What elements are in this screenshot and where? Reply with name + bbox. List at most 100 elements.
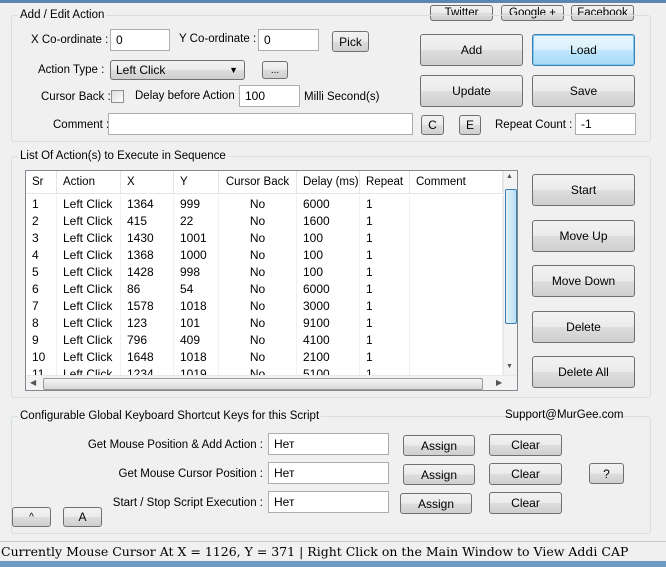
scroll-up-icon[interactable]: ▲ [506,173,513,180]
a-button[interactable]: A [63,507,102,527]
cell-cursor-back: No [219,332,297,349]
support-email[interactable]: Support@MurGee.com [505,409,623,421]
e-button[interactable]: E [459,115,481,135]
cell-y: 999 [174,196,219,213]
horizontal-scrollbar[interactable]: ◀ ▶ [26,375,517,390]
pick-button[interactable]: Pick [332,31,369,52]
horizontal-scroll-thumb[interactable] [43,378,483,390]
load-button[interactable]: Load [532,34,635,66]
cell-y: 54 [174,281,219,298]
actions-table[interactable]: Sr Action X Y Cursor Back Delay (ms) Repeat Com… [25,170,518,391]
x-coordinate-label: X Co-ordinate : [31,34,109,46]
comment-input[interactable] [108,113,413,135]
cell-delay: 3000 [297,298,360,315]
move-up-button[interactable]: Move Up [532,220,635,252]
table-row[interactable]: 8 Left Click 123 101 No 9100 1 [26,315,503,332]
cell-cursor-back: No [219,196,297,213]
table-row[interactable]: 7 Left Click 1578 1018 No 3000 1 [26,298,503,315]
clear-button[interactable]: Clear [489,492,562,514]
table-row[interactable]: 6 Left Click 86 54 No 6000 1 [26,281,503,298]
cell-y: 409 [174,332,219,349]
table-row[interactable]: 3 Left Click 1430 1001 No 100 1 [26,230,503,247]
cell-y: 1000 [174,247,219,264]
delete-button[interactable]: Delete [532,311,635,343]
table-row[interactable]: 10 Left Click 1648 1018 No 2100 1 [26,349,503,366]
column-header-delay[interactable]: Delay (ms) [297,171,360,194]
cell-cursor-back: No [219,349,297,366]
column-header-x[interactable]: X [121,171,174,194]
start-button[interactable]: Start [532,174,635,206]
cell-sr: 4 [26,247,57,264]
table-row[interactable]: 5 Left Click 1428 998 No 100 1 [26,264,503,281]
shortcuts-title: Configurable Global Keyboard Shortcut Ke… [18,410,322,422]
action-type-select[interactable]: Left Click ▼ [110,60,245,80]
update-button[interactable]: Update [420,75,523,107]
clear-button[interactable]: Clear [489,434,562,456]
assign-button[interactable]: Assign [403,435,475,456]
cell-cursor-back: No [219,247,297,264]
shortcut-input[interactable]: Нет [268,462,389,484]
column-header-repeat[interactable]: Repeat [360,171,410,194]
add-edit-title: Add / Edit Action [18,9,107,21]
help-button[interactable]: ? [589,463,624,484]
cell-comment [410,349,503,366]
save-button[interactable]: Save [532,75,635,107]
repeat-count-input[interactable]: -1 [575,113,636,135]
scroll-right-icon[interactable]: ▶ [496,378,502,387]
dropdown-arrow-icon: ▼ [229,65,238,75]
cell-comment [410,281,503,298]
cell-comment [410,230,503,247]
column-header-y[interactable]: Y [174,171,219,194]
delete-all-button[interactable]: Delete All [532,356,635,388]
scroll-down-icon[interactable]: ▼ [506,363,513,370]
shortcut-input[interactable]: Нет [268,491,389,513]
cell-x: 123 [121,315,174,332]
collapse-button[interactable]: ^ [12,507,51,527]
clear-button[interactable]: Clear [489,463,562,485]
table-row[interactable]: 9 Left Click 796 409 No 4100 1 [26,332,503,349]
action-type-label: Action Type : [38,64,105,76]
table-row[interactable]: 2 Left Click 415 22 No 1600 1 [26,213,503,230]
column-header-comment[interactable]: Comment [410,171,503,194]
cell-repeat: 1 [360,247,410,264]
table-row[interactable]: 4 Left Click 1368 1000 No 100 1 [26,247,503,264]
assign-button[interactable]: Assign [400,493,472,514]
cell-x: 1428 [121,264,174,281]
add-button[interactable]: Add [420,34,523,66]
cell-action: Left Click [57,230,121,247]
column-header-cursor-back[interactable]: Cursor Back [219,171,297,194]
column-header-action[interactable]: Action [57,171,121,194]
cell-comment [410,213,503,230]
delay-input[interactable]: 100 [239,85,300,107]
cell-x: 415 [121,213,174,230]
cell-delay: 4100 [297,332,360,349]
cell-comment [410,298,503,315]
cell-y: 22 [174,213,219,230]
more-options-button[interactable]: ... [262,61,288,79]
x-coordinate-input[interactable]: 0 [110,29,170,51]
cursor-back-checkbox[interactable] [111,90,124,103]
vertical-scrollbar[interactable]: ▲ ▼ [503,171,517,375]
cell-sr: 9 [26,332,57,349]
cell-repeat: 1 [360,213,410,230]
cell-comment [410,315,503,332]
cell-comment [410,196,503,213]
column-header-sr[interactable]: Sr [26,171,57,194]
c-button[interactable]: C [421,115,444,135]
table-row[interactable]: 1 Left Click 1364 999 No 6000 1 [26,196,503,213]
cell-sr: 7 [26,298,57,315]
cell-repeat: 1 [360,281,410,298]
cell-repeat: 1 [360,298,410,315]
cell-x: 86 [121,281,174,298]
move-down-button[interactable]: Move Down [532,265,635,297]
scroll-left-icon[interactable]: ◀ [30,378,36,387]
comment-label: Comment : [53,119,110,131]
assign-button[interactable]: Assign [403,464,475,485]
y-coordinate-input[interactable]: 0 [258,29,319,51]
cell-sr: 8 [26,315,57,332]
shortcut-input[interactable]: Нет [268,433,389,455]
cell-cursor-back: No [219,315,297,332]
cell-repeat: 1 [360,349,410,366]
cell-delay: 100 [297,247,360,264]
vertical-scroll-thumb[interactable] [505,189,517,324]
